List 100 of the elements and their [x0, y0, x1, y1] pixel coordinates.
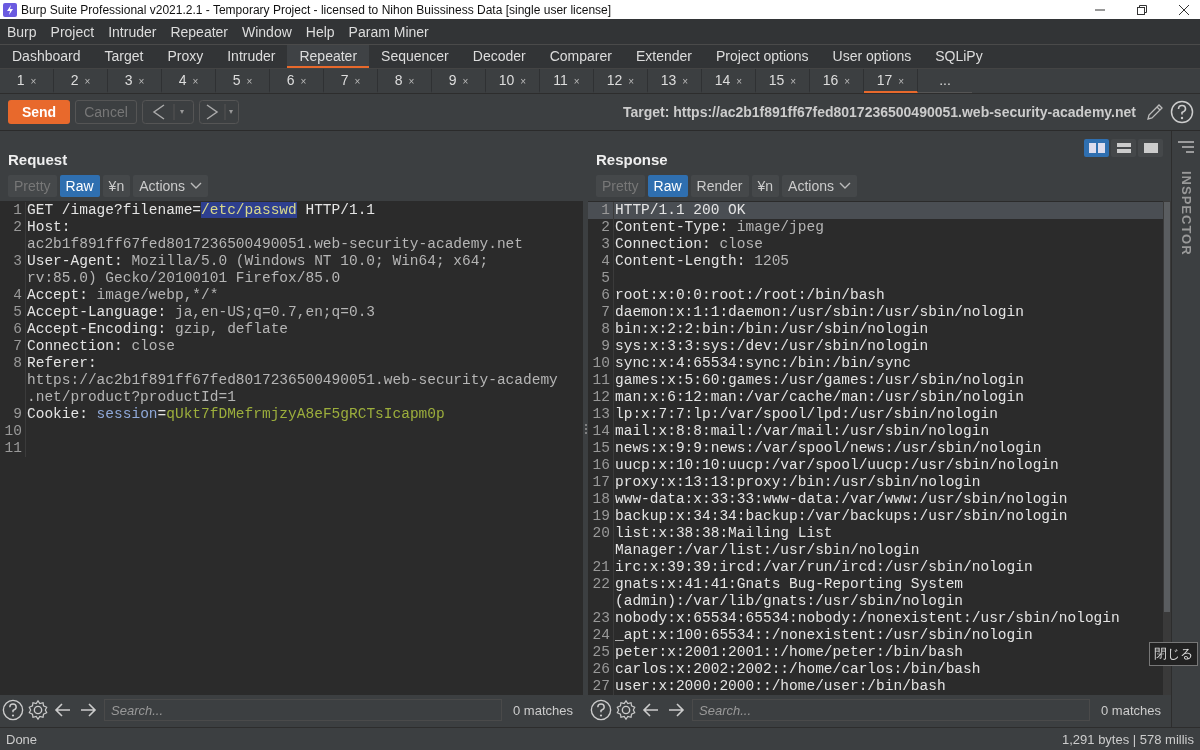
request-tab[interactable]: 14 × — [702, 69, 756, 93]
line-number: 2 — [588, 219, 614, 236]
tab[interactable]: SQLiPy — [923, 45, 995, 68]
code-line: games:x:5:60:games:/usr/games:/usr/sbin/nologin — [614, 372, 1024, 389]
menu-item[interactable]: Help — [298, 23, 342, 40]
request-tab[interactable]: 16 × — [810, 69, 864, 93]
line-number: 11 — [588, 372, 614, 389]
request-tab[interactable]: 8 × — [378, 69, 432, 93]
menu-item[interactable]: Project — [43, 23, 102, 40]
request-tab[interactable]: 1 × — [0, 69, 54, 93]
line-number: 4 — [588, 253, 614, 270]
code-line: Content-Length: 1205 — [614, 253, 790, 270]
tab[interactable]: Target — [92, 45, 156, 68]
line-number: 1 — [0, 202, 26, 219]
code-line: user:x:2000:2000::/home/user:/bin/bash — [614, 678, 946, 695]
line-number: 9 — [588, 338, 614, 355]
tab[interactable]: Intruder — [215, 45, 288, 68]
tab[interactable]: Repeater — [287, 45, 370, 68]
tab[interactable]: Dashboard — [0, 45, 93, 68]
code-line: sync:x:4:65534:sync:/bin:/bin/sync — [614, 355, 911, 372]
settings-icon[interactable] — [615, 699, 637, 721]
menu-item[interactable]: Window — [235, 23, 299, 40]
menu-item[interactable]: Param Miner — [341, 23, 436, 40]
line-number: 15 — [588, 440, 614, 457]
view-tab[interactable]: Raw — [647, 175, 688, 197]
view-tab[interactable]: ¥n — [102, 175, 131, 197]
view-tab[interactable]: Actions — [782, 175, 857, 197]
request-tab[interactable]: 12 × — [594, 69, 648, 93]
line-number: 27 — [588, 678, 614, 695]
code-line: sys:x:3:3:sys:/dev:/usr/sbin/nologin — [614, 338, 929, 355]
request-tab[interactable]: 6 × — [270, 69, 324, 93]
tab[interactable]: Project options — [704, 45, 821, 68]
request-tab[interactable]: 15 × — [756, 69, 810, 93]
target-url: Target: https://ac2b1f891ff67fed8017236500490051.web-security-academy.net — [622, 104, 1136, 120]
response-editor[interactable] — [588, 201, 1171, 695]
line-number: 8 — [0, 355, 26, 372]
line-number: 11 — [0, 440, 26, 457]
tab[interactable]: Decoder — [460, 45, 538, 68]
close-icon[interactable] — [1178, 3, 1190, 16]
menu-item[interactable]: Burp — [0, 23, 44, 40]
forward-button-icon[interactable] — [199, 100, 239, 124]
tab[interactable]: Extender — [623, 45, 704, 68]
request-tab[interactable]: 9 × — [432, 69, 486, 93]
layout-button[interactable] — [1084, 139, 1109, 157]
panel-title: Response — [596, 150, 668, 168]
search-field[interactable]: Search... — [104, 699, 502, 721]
code-line: mail:x:8:8:mail:/var/mail:/usr/sbin/nologin — [614, 423, 990, 440]
request-tab[interactable]: 17 × — [864, 69, 918, 93]
tab[interactable]: User options — [820, 45, 924, 68]
line-number: 19 — [588, 508, 614, 525]
line-number: 6 — [0, 321, 26, 338]
settings-icon[interactable] — [27, 699, 49, 721]
line-number: 10 — [0, 423, 26, 440]
menu-item[interactable]: Repeater — [163, 23, 235, 40]
code-line: Accept: image/webp,*/* — [26, 287, 219, 304]
line-number: 22 — [588, 576, 614, 593]
line-number: 24 — [588, 627, 614, 644]
request-tab[interactable]: 10 × — [486, 69, 540, 93]
view-tab[interactable]: Raw — [59, 175, 100, 197]
request-tab[interactable]: 3 × — [108, 69, 162, 93]
code-line: bin:x:2:2:bin:/bin:/usr/sbin/nologin — [614, 321, 929, 338]
line-number: 5 — [0, 304, 26, 321]
tab[interactable]: Comparer — [537, 45, 624, 68]
request-tab[interactable]: 11 × — [540, 69, 594, 93]
back-button-icon[interactable] — [142, 100, 194, 124]
tab[interactable]: Sequencer — [369, 45, 461, 68]
line-number: 3 — [588, 236, 614, 253]
layout-button[interactable] — [1111, 139, 1136, 157]
request-tab[interactable]: 5 × — [216, 69, 270, 93]
request-tab[interactable]: 2 × — [54, 69, 108, 93]
line-number: 26 — [588, 661, 614, 678]
menu-item[interactable]: Intruder — [101, 23, 164, 40]
request-tab[interactable]: ... — [918, 69, 972, 93]
request-editor[interactable] — [0, 201, 583, 695]
line-number: 25 — [588, 644, 614, 661]
request-tab[interactable]: 4 × — [162, 69, 216, 93]
help-icon[interactable] — [590, 699, 612, 721]
view-tab[interactable]: ¥n — [751, 175, 780, 197]
search-field[interactable]: Search... — [692, 699, 1090, 721]
columns-layout-icon — [1088, 143, 1105, 153]
single-layout-icon — [1143, 143, 1158, 153]
view-tab[interactable]: Render — [690, 175, 749, 197]
line-number: 13 — [588, 406, 614, 423]
request-tab[interactable]: 7 × — [324, 69, 378, 93]
request-tab[interactable]: 13 × — [648, 69, 702, 93]
line-number: 20 — [588, 525, 614, 542]
code-line: rv:85.0) Gecko/20100101 Firefox/85.0 — [26, 270, 341, 287]
help-icon[interactable] — [1170, 100, 1194, 124]
inspector-tab[interactable]: INSPECTOR — [1178, 171, 1194, 256]
restore-icon[interactable] — [1136, 3, 1148, 16]
code-line: Accept-Language: ja,en-US;q=0.7,en;q=0.3 — [26, 304, 376, 321]
splitter-grip-icon[interactable] — [583, 423, 588, 435]
view-tab[interactable]: Actions — [133, 175, 209, 197]
pencil-icon[interactable] — [1145, 102, 1165, 122]
menu-icon[interactable] — [1177, 141, 1195, 153]
tab[interactable]: Proxy — [155, 45, 216, 68]
line-number: 3 — [0, 253, 26, 270]
response-stats: 1,291 bytes | 578 millis — [1062, 731, 1194, 747]
help-icon[interactable] — [2, 699, 24, 721]
layout-button[interactable] — [1138, 139, 1163, 157]
